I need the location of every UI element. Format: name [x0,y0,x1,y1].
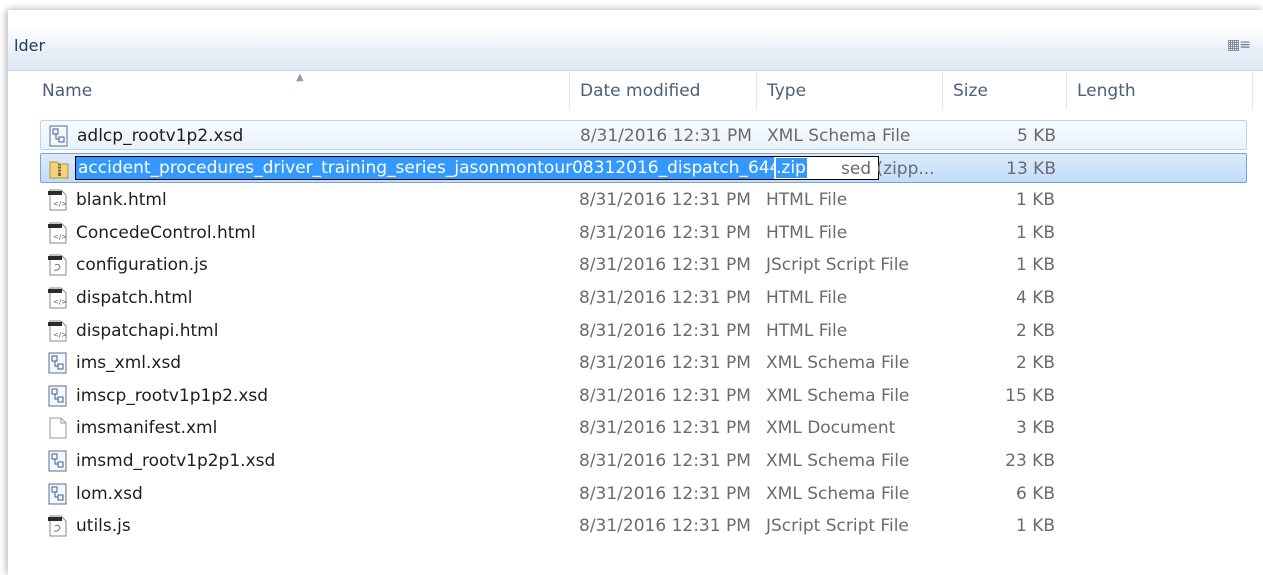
file-size: 3 KB [1015,418,1055,439]
file-size: 2 KB [1015,320,1055,341]
file-date-modified: 8/31/2016 12:31 PM [579,385,751,406]
file-row[interactable]: configuration.js 8/31/2016 12:31 PM JScrip… [40,250,1247,280]
file-date-modified: 8/31/2016 12:31 PM [579,190,751,211]
rename-input[interactable]: accident_procedures_driver_training_seri… [75,155,879,180]
rename-selected-text: accident_procedures_driver_training_seri… [78,157,822,178]
file-type: JScript Script File [766,516,909,537]
file-date-modified: 8/31/2016 12:31 PM [579,353,751,374]
file-size: 1 KB [1015,255,1055,276]
file-name: imsmd_rootv1p2p1.xsd [76,451,276,471]
file-type: JScript Script File [766,255,909,276]
file-type: XML Schema File [766,451,910,471]
file-type: HTML File [766,190,848,211]
xsd-file-icon [48,352,68,374]
file-size: 23 KB [1005,451,1055,471]
file-name: imscp_rootv1p1p2.xsd [76,385,269,406]
file-type: XML Schema File [766,353,910,374]
file-name: ims_xml.xsd [76,353,182,374]
xsd-file-icon [48,483,68,505]
file-date-modified: 8/31/2016 12:31 PM [579,222,751,243]
file-date-modified: 8/31/2016 12:31 PM [579,418,751,439]
file-size: 15 KB [1005,385,1055,406]
file-size: 6 KB [1015,483,1055,504]
file-row[interactable]: blank.html 8/31/2016 12:31 PM HTML File 1 K… [40,185,1247,215]
file-size: 1 KB [1015,222,1055,243]
file-date-modified: 8/31/2016 12:31 PM [579,255,751,276]
file-name: dispatchapi.html [76,320,219,341]
column-label-length: Length [1077,81,1136,101]
html-file-icon [48,287,68,309]
file-date-modified: 8/31/2016 12:31 PM [580,126,752,146]
file-type: XML Schema File [766,483,910,504]
file-date-modified: 8/31/2016 12:31 PM [579,288,751,308]
file-name: adlcp_rootv1p2.xsd [77,126,244,146]
xsd-file-icon [49,125,69,147]
file-row[interactable]: ims_xml.xsd 8/31/2016 12:31 PM XML Schema … [40,348,1247,378]
file-type: HTML File [766,222,848,243]
file-type: sed (zipp... [841,158,935,179]
html-file-icon [48,222,68,244]
column-label-size: Size [953,81,988,101]
file-row[interactable]: utils.js 8/31/2016 12:31 PM JScript Script… [40,511,1247,541]
file-row[interactable]: dispatchapi.html 8/31/2016 12:31 PM HTML F… [40,316,1247,346]
rename-extension-text: .zip [776,157,807,178]
file-date-modified: 8/31/2016 12:31 PM [579,483,751,504]
column-header-size[interactable]: Size [943,72,1067,110]
file-row[interactable]: ConcedeControl.html 8/31/2016 12:31 PM HTM… [40,218,1247,248]
file-row-renaming[interactable]: accident_procedures_driver_training_seri… [40,152,1247,183]
file-date-modified: 8/31/2016 12:31 PM [579,320,751,341]
column-header-type[interactable]: Type [757,72,943,110]
file-name: utils.js [76,516,131,537]
column-header-length[interactable]: Length [1067,72,1253,110]
file-row[interactable]: lom.xsd 8/31/2016 12:31 PM XML Schema File… [40,479,1247,509]
xsd-file-icon [48,450,68,472]
file-date-modified: 8/31/2016 12:31 PM [579,516,751,537]
file-row[interactable]: imscp_rootv1p1p2.xsd 8/31/2016 12:31 PM XM… [40,381,1247,411]
view-options-icon[interactable]: ▦≡ [1227,37,1253,55]
file-type: XML Document [766,418,896,439]
file-row[interactable]: imsmanifest.xml 8/31/2016 12:31 PM XML Doc… [40,413,1247,443]
file-type: XML Schema File [767,126,911,146]
file-name: imsmanifest.xml [76,418,218,439]
column-label-name: Name [42,81,93,101]
file-size: 13 KB [1006,158,1056,179]
file-row[interactable]: dispatch.html 8/31/2016 12:31 PM HTML File… [40,283,1247,313]
sort-ascending-icon: ▲ [296,72,304,83]
column-label-date: Date modified [580,81,701,101]
file-name: blank.html [76,190,167,211]
column-header-date[interactable]: Date modified [570,72,757,110]
file-row[interactable]: adlcp_rootv1p2.xsd 8/31/2016 12:31 PM XML … [40,120,1247,150]
file-date-modified: 8/31/2016 12:31 PM [579,451,751,471]
js-file-icon [48,515,68,537]
html-file-icon [48,189,68,211]
file-size: 1 KB [1015,516,1055,537]
folder-title: lder [14,36,46,55]
xml-file-icon [48,417,68,439]
js-file-icon [48,254,68,276]
file-size: 4 KB [1015,288,1055,308]
file-name: lom.xsd [76,483,143,504]
file-name: dispatch.html [76,288,193,308]
file-name: configuration.js [76,255,208,276]
column-label-type: Type [767,81,807,101]
file-type: HTML File [766,320,848,341]
file-size: 2 KB [1015,353,1055,374]
xsd-file-icon [48,385,68,407]
file-size: 5 KB [1016,126,1056,146]
toolbar-band [8,28,1263,71]
file-type: HTML File [766,288,848,308]
file-type: XML Schema File [766,385,910,406]
zip-folder-icon [49,158,69,180]
html-file-icon [48,320,68,342]
file-size: 1 KB [1015,190,1055,211]
file-row[interactable]: imsmd_rootv1p2p1.xsd 8/31/2016 12:31 PM XM… [40,446,1247,476]
file-name: ConcedeControl.html [76,222,256,243]
